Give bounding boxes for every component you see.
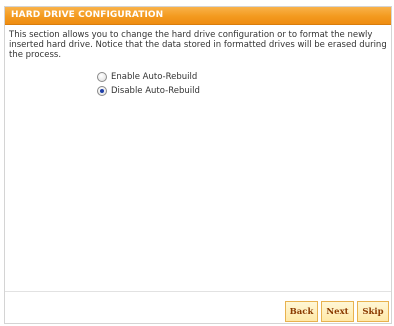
back-button[interactable]: Back [285,301,318,322]
enable-auto-rebuild-radio[interactable] [97,72,107,82]
disable-auto-rebuild-label[interactable]: Disable Auto-Rebuild [111,86,200,96]
disable-auto-rebuild-radio[interactable] [97,86,107,96]
panel-title: HARD DRIVE CONFIGURATION [11,10,164,20]
next-button[interactable]: Next [321,301,354,322]
enable-auto-rebuild-option[interactable]: Enable Auto-Rebuild [97,72,197,82]
panel-header: HARD DRIVE CONFIGURATION [5,7,391,25]
section-description: This section allows you to change the ha… [9,30,387,60]
hard-drive-config-panel: HARD DRIVE CONFIGURATION This section al… [4,6,392,324]
footer-divider [5,291,391,292]
disable-auto-rebuild-option[interactable]: Disable Auto-Rebuild [97,86,200,96]
enable-auto-rebuild-label[interactable]: Enable Auto-Rebuild [111,72,197,82]
skip-button[interactable]: Skip [357,301,389,322]
